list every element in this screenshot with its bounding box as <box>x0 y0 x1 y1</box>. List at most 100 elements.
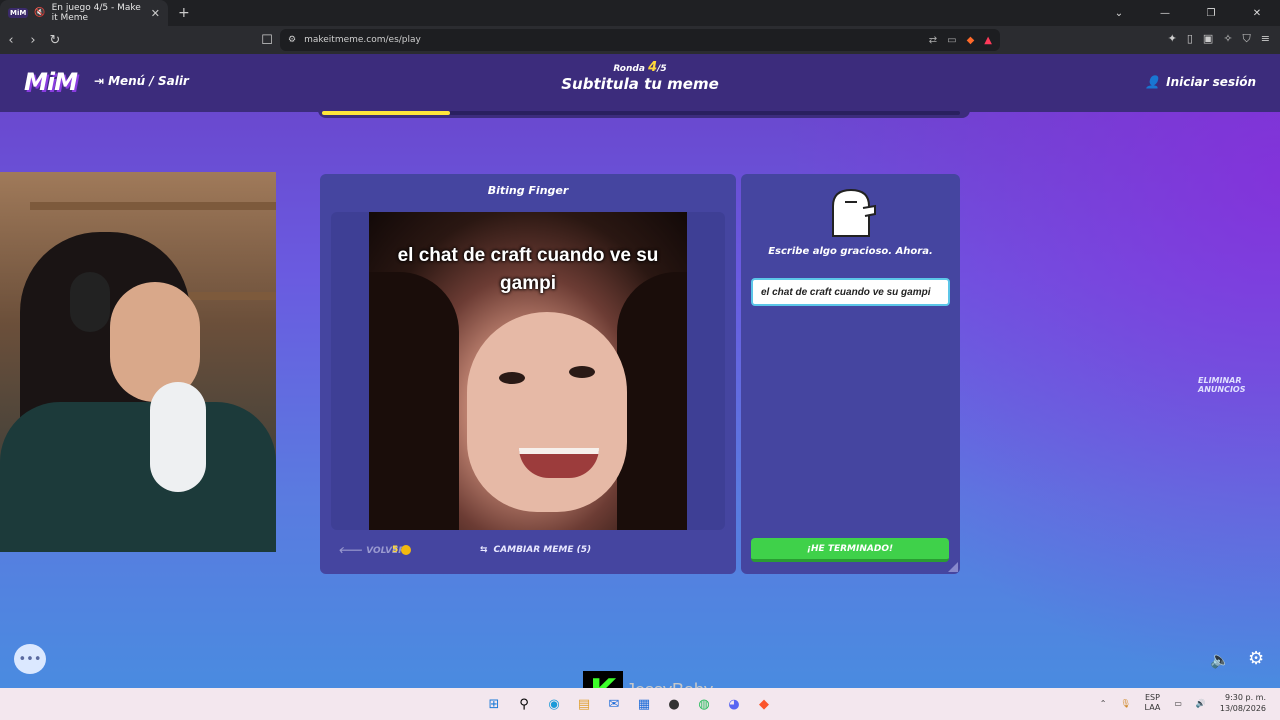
back-icon[interactable]: ‹ <box>0 33 22 48</box>
close-tab-icon[interactable]: ✕ <box>151 7 160 20</box>
caption-input[interactable] <box>751 278 950 306</box>
meme-eye-right <box>569 366 595 378</box>
timer-bar <box>318 110 970 118</box>
forward-icon[interactable]: › <box>22 33 44 48</box>
clock-date: 13/08/2026 <box>1219 704 1266 713</box>
browser-toolbar: ‹ › ↻ ☐ ⚙ makeitmeme.com/es/play ⇄ ▭ ◆ ▲… <box>0 26 1280 54</box>
extensions-icon[interactable]: ✦ <box>1168 32 1177 46</box>
round-counter: Ronda 4/5 <box>560 60 720 75</box>
coin-count: 5 <box>392 545 412 555</box>
remove-ads-link[interactable]: ELIMINAR ANUNCIOS <box>1198 376 1280 394</box>
edge-icon[interactable]: ◉ <box>544 694 564 714</box>
clock[interactable]: 9:30 p. m. 13/08/2026 <box>1220 692 1266 714</box>
sidebar-icon[interactable]: ▯ <box>1187 32 1193 46</box>
round-current: 4 <box>648 60 658 75</box>
spotify-icon[interactable]: ◍ <box>694 694 714 714</box>
mascot-icon <box>832 188 876 237</box>
site-favicon: MiM <box>8 8 29 18</box>
site-logo[interactable]: MiM <box>24 68 78 96</box>
refresh-icon: ⇆ <box>480 545 488 555</box>
cast-icon[interactable]: ▭ <box>947 35 956 46</box>
gear-icon[interactable]: ⚙ <box>1248 648 1264 669</box>
headphones <box>70 272 110 332</box>
meme-frame: el chat de craft cuando ve su gampi <box>331 212 725 530</box>
obs-icon[interactable]: ● <box>664 694 684 714</box>
menu-exit-label: Menú / Salir <box>108 74 189 88</box>
wallet-icon[interactable]: ▣ <box>1203 32 1213 46</box>
minimize-icon[interactable]: — <box>1142 0 1188 26</box>
meme-template-name: Biting Finger <box>487 184 569 197</box>
game-page: MiM ⇥ Menú / Salir Ronda 4/5 Subtitula t… <box>0 54 1280 688</box>
resize-corner <box>948 562 958 572</box>
tab-title: En juego 4/5 - Make it Meme <box>51 3 141 23</box>
reload-icon[interactable]: ↻ <box>44 33 66 48</box>
change-meme-label: CAMBIAR MEME (5) <box>493 545 592 555</box>
round-prefix: Ronda <box>613 64 645 74</box>
timer-track <box>322 111 960 115</box>
windows-start-icon[interactable]: ⊞ <box>484 694 504 714</box>
browser-menu-icon[interactable]: ≡ <box>1261 32 1270 46</box>
maximize-icon[interactable]: ❐ <box>1188 0 1234 26</box>
leo-ai-icon[interactable]: ✧ <box>1223 32 1232 46</box>
exit-icon: ⇥ <box>94 74 105 88</box>
vpn-icon[interactable]: ⛉ <box>1243 32 1251 46</box>
user-icon: 👤 <box>1145 75 1161 89</box>
browser-tab[interactable]: MiM 🔇 En juego 4/5 - Make it Meme ✕ <box>0 0 168 26</box>
meme-image: el chat de craft cuando ve su gampi <box>369 212 687 530</box>
system-tray: ⌃ 🎙 ESP LAA ▭ 🔊 9:30 p. m. 13/08/2026 <box>1100 692 1266 714</box>
store-icon[interactable]: ▦ <box>634 694 654 714</box>
login-button[interactable]: 👤 Iniciar sesión <box>1145 75 1256 89</box>
meme-panel: Biting Finger el chat de craft cuando ve… <box>320 174 736 574</box>
taskbar-apps: ⊞ ⚲ ◉ ▤ ✉ ▦ ● ◍ ◕ ◆ <box>484 694 774 714</box>
outlook-icon[interactable]: ✉ <box>604 694 624 714</box>
login-label: Iniciar sesión <box>1166 75 1256 89</box>
extensions-area: ✦ ▯ ▣ ✧ ⛉ ≡ <box>1168 32 1270 46</box>
arrow-left-icon: 🡐 <box>338 546 363 556</box>
meme-face <box>467 312 627 512</box>
caption-prompt: Escribe algo gracioso. Ahora. <box>768 246 933 257</box>
sound-icon[interactable]: 🔈 <box>1210 650 1230 669</box>
meme-footer: 🡐 VOLVER 5 ⇆ CAMBIAR MEME (5) <box>320 542 736 564</box>
tab-list-chevron-icon[interactable]: ⌄ <box>1096 0 1142 26</box>
discord-icon[interactable]: ◕ <box>724 694 744 714</box>
coin-icon <box>401 545 412 555</box>
rewards-icon[interactable]: ▲ <box>984 35 992 46</box>
clock-time: 9:30 p. m. <box>1224 693 1266 702</box>
translate-icon[interactable]: ⇄ <box>929 35 937 46</box>
address-bar[interactable]: ⚙ makeitmeme.com/es/play ⇄ ▭ ◆ ▲ <box>280 29 1000 51</box>
new-tab-icon[interactable]: + <box>178 5 190 21</box>
meme-caption: el chat de craft cuando ve su gampi <box>397 245 659 294</box>
keyboard-layout: LAA <box>1144 703 1161 712</box>
microphone <box>150 382 206 492</box>
bookmark-icon[interactable]: ☐ <box>256 33 278 48</box>
change-meme-button[interactable]: ⇆ CAMBIAR MEME (5) <box>480 545 591 555</box>
meme-eye-left <box>499 372 525 384</box>
network-icon[interactable]: ▭ <box>1174 699 1182 708</box>
microphone-icon[interactable]: 🎙 <box>1120 699 1130 708</box>
browser-tab-bar: MiM 🔇 En juego 4/5 - Make it Meme ✕ + ⌄ … <box>0 0 1280 26</box>
window-controls: ⌄ — ❐ ✕ <box>1096 0 1280 26</box>
brave-icon[interactable]: ◆ <box>754 694 774 714</box>
search-icon[interactable]: ⚲ <box>514 694 534 714</box>
files-icon[interactable]: ▤ <box>574 694 594 714</box>
chat-icon[interactable]: ••• <box>14 644 46 674</box>
volume-icon[interactable]: 🔊 <box>1196 699 1206 708</box>
language-indicator[interactable]: ESP LAA <box>1145 693 1161 713</box>
streamer-body <box>0 402 276 552</box>
url-text: makeitmeme.com/es/play <box>304 35 421 45</box>
coin-count-value: 5 <box>392 545 399 555</box>
menu-exit-button[interactable]: ⇥ Menú / Salir <box>94 74 189 88</box>
site-info-icon[interactable]: ⚙ <box>288 35 296 45</box>
round-total: /5 <box>657 64 667 74</box>
muted-audio-icon[interactable]: 🔇 <box>34 8 45 18</box>
stage-title: Subtitula tu meme <box>561 75 719 93</box>
taskbar: ⊞ ⚲ ◉ ▤ ✉ ▦ ● ◍ ◕ ◆ ⌃ 🎙 ESP LAA ▭ 🔊 9:30… <box>0 688 1280 720</box>
close-window-icon[interactable]: ✕ <box>1234 0 1280 26</box>
brave-shield-icon[interactable]: ◆ <box>967 35 975 46</box>
tray-chevron-icon[interactable]: ⌃ <box>1100 699 1107 708</box>
done-button[interactable]: ¡HE TERMINADO! <box>751 538 949 562</box>
meme-hair-right <box>617 272 687 530</box>
streamer-webcam <box>0 172 276 552</box>
shelf <box>30 202 276 210</box>
language-code: ESP <box>1144 693 1160 702</box>
